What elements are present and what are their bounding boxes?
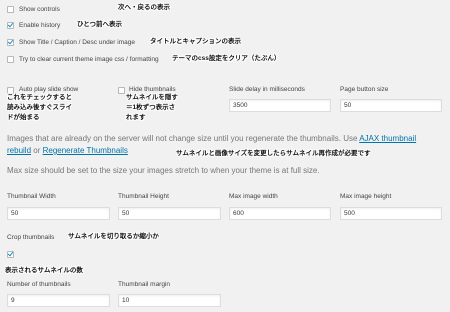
crop-thumbnails-checkbox[interactable] xyxy=(7,251,14,258)
hide-thumbnails-checkbox[interactable] xyxy=(118,87,125,94)
slide-delay-label: Slide delay in milliseconds xyxy=(229,86,305,93)
enable-history-checkbox[interactable] xyxy=(7,22,14,29)
clear-css-checkbox[interactable] xyxy=(7,56,14,63)
clear-css-note: テーマのcss設定をクリア（たぶん） xyxy=(172,55,281,62)
thumbnail-count-note: 表示されるサムネイルの数 xyxy=(5,267,83,274)
show-title-note: タイトルとキャプションの表示 xyxy=(150,38,241,45)
page-button-size-input[interactable]: 50 xyxy=(340,99,442,112)
autoplay-note-line-1: これをチェックすると xyxy=(7,94,72,101)
max-image-width-label: Max image width xyxy=(229,193,278,200)
crop-thumbnails-label: Crop thumbnails xyxy=(7,234,55,241)
hide-thumbnails-note-line-2: ＝1枚ずつ表示さ xyxy=(126,104,176,111)
ajax-thumbnail-link[interactable]: AJAX thumbnail xyxy=(359,134,416,143)
ajax-thumbnail-rebuild-link[interactable]: rebuild xyxy=(7,146,31,155)
max-image-width-input[interactable]: 600 xyxy=(229,207,331,220)
show-controls-label: Show controls xyxy=(19,6,60,13)
autoplay-note-line-3: ドが始まる xyxy=(7,114,40,121)
notice-or: or xyxy=(33,146,41,155)
clear-css-label: Try to clear current theme image css / f… xyxy=(19,56,159,63)
autoplay-note-line-2: 読み込み後すぐスライ xyxy=(7,104,72,111)
autoplay-label: Auto play slide show xyxy=(19,86,79,93)
slide-delay-input[interactable]: 3500 xyxy=(229,99,331,112)
regenerate-notice: Images that are already on the server wi… xyxy=(7,134,416,143)
show-title-checkbox[interactable] xyxy=(7,39,14,46)
thumbnail-margin-label: Thumbnail margin xyxy=(118,281,171,288)
hide-thumbnails-note-line-3: れます xyxy=(126,114,146,121)
thumbnail-width-label: Thumbnail Width xyxy=(7,193,56,200)
number-of-thumbnails-label: Number of thumbnails xyxy=(7,281,71,288)
crop-thumbnails-note: サムネイルを切り取るか縮小か xyxy=(68,233,159,240)
enable-history-note: ひとつ前へ表示 xyxy=(77,21,123,28)
regenerate-thumbnails-link[interactable]: Regenerate Thumbnails xyxy=(43,146,128,155)
thumbnail-margin-input[interactable]: 10 xyxy=(118,294,221,307)
page-button-size-label: Page button size xyxy=(340,86,389,93)
notice-text: Images that are already on the server wi… xyxy=(7,134,358,143)
show-controls-checkbox[interactable] xyxy=(7,6,14,13)
thumbnail-height-input[interactable]: 50 xyxy=(118,207,221,220)
number-of-thumbnails-input[interactable]: 9 xyxy=(7,294,110,307)
enable-history-label: Enable history xyxy=(19,22,61,29)
show-title-label: Show Title / Caption / Desc under image xyxy=(19,39,135,46)
hide-thumbnails-label: Hide thumbnails xyxy=(129,86,176,93)
show-controls-note: 次へ・戻るの表示 xyxy=(118,4,170,11)
max-image-height-input[interactable]: 500 xyxy=(340,207,442,220)
thumbnail-width-input[interactable]: 50 xyxy=(7,207,110,220)
thumbnail-height-label: Thumbnail Height xyxy=(118,193,169,200)
max-image-height-label: Max image height xyxy=(340,193,392,200)
hide-thumbnails-note-line-1: サムネイルを隠す xyxy=(126,94,178,101)
regenerate-note: サムネイルと画像サイズを変更したらサムネイル再作成が必要です xyxy=(176,150,371,157)
regenerate-notice-line-2: rebuild or Regenerate Thumbnails xyxy=(7,146,128,155)
max-size-note: Max size should be set to the size your … xyxy=(7,166,320,175)
